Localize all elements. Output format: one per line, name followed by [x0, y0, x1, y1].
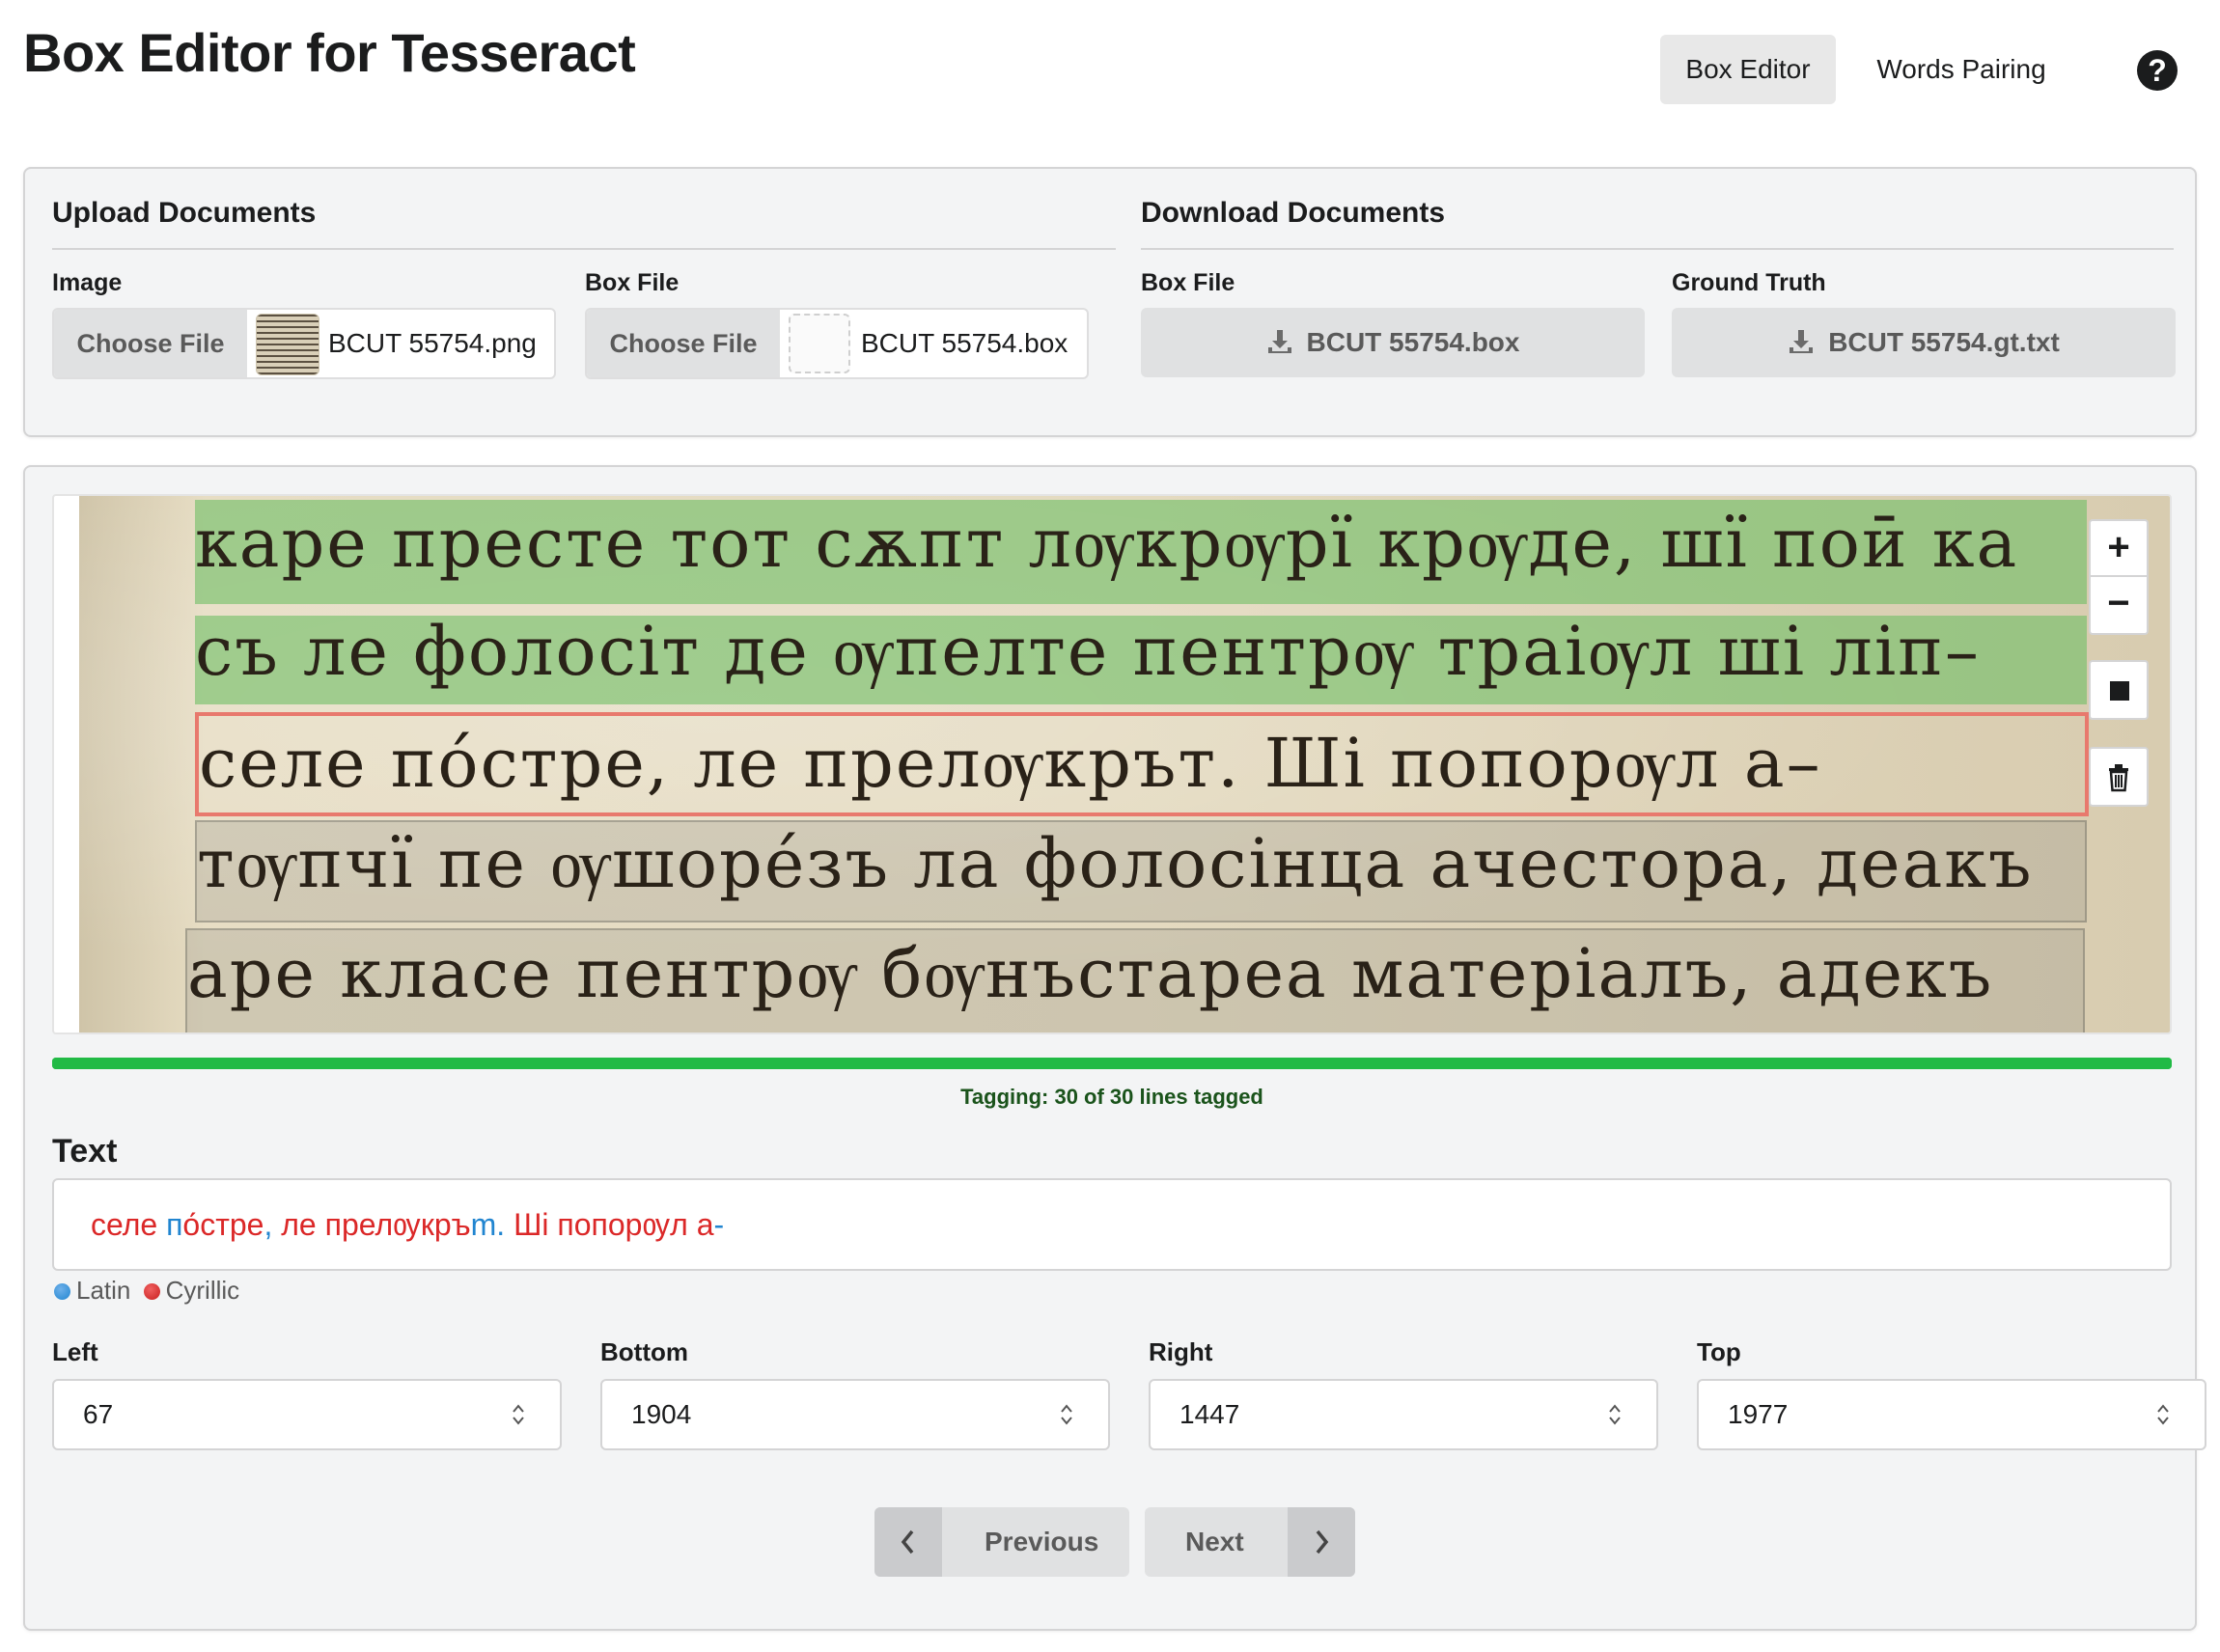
- line-box[interactable]: съ ле фолосiт де ѹпелте пентрѹ траiѹл шi…: [195, 612, 2087, 704]
- image-viewer[interactable]: каре престе тот сѫпт лѹкрѹрї крѹде, шї п…: [52, 494, 2172, 1034]
- download-section-title: Download Documents: [1141, 196, 2174, 250]
- square-icon: [2110, 681, 2129, 701]
- text-segment-cyrillic: [505, 1207, 513, 1242]
- zoom-out-button[interactable]: −: [2089, 577, 2149, 635]
- box-file-label: Box File: [585, 269, 680, 296]
- right-input[interactable]: 1447: [1149, 1379, 1658, 1450]
- tab-words-pairing[interactable]: Words Pairing: [1867, 35, 2056, 104]
- top-value: 1977: [1728, 1399, 1789, 1429]
- stepper-icon[interactable]: [2156, 1402, 2170, 1427]
- selected-line-box[interactable]: селе по́стре, ле прелѹкрът. Шi попорѹл а…: [195, 712, 2089, 816]
- editor-panel: каре престе тот сѫпт лѹкрѹрї крѹде, шї п…: [23, 465, 2206, 1631]
- latin-dot-icon: [54, 1283, 70, 1300]
- text-segment-latin: m.: [470, 1207, 506, 1242]
- download-icon: [1267, 330, 1291, 353]
- cyrillic-dot-icon: [143, 1283, 160, 1300]
- line-text: тѹпчї пе ѹшоре́зъ ла фолосiнца ачестора,…: [197, 824, 2034, 903]
- line-text: селе по́стре, ле прелѹкрът. Шi попорѹл а…: [199, 724, 1822, 803]
- upload-section-title: Upload Documents: [52, 196, 1116, 250]
- trash-icon: [2109, 764, 2128, 792]
- line-text: съ ле фолосiт де ѹпелте пентрѹ траiѹл шi…: [195, 612, 1981, 691]
- top-input[interactable]: 1977: [1697, 1379, 2206, 1450]
- box-thumbnail: [789, 314, 850, 373]
- download-gt-label-text: BCUT 55754.gt.txt: [1828, 327, 2060, 357]
- text-segment-latin: п: [166, 1207, 183, 1242]
- text-segment-cyrillic: Шi попорѹл а: [513, 1207, 714, 1242]
- document-scan[interactable]: каре престе тот сѫпт лѹкрѹрї крѹде, шї п…: [79, 496, 2170, 1032]
- left-input[interactable]: 67: [52, 1379, 562, 1450]
- top-label: Top: [1697, 1337, 1741, 1366]
- documents-panel: Upload Documents Image Choose File BCUT …: [23, 167, 2197, 437]
- bottom-value: 1904: [631, 1399, 692, 1429]
- image-thumbnail: [256, 314, 319, 375]
- text-segment-cyrillic: селе: [91, 1207, 167, 1242]
- tab-box-editor[interactable]: Box Editor: [1660, 35, 1836, 104]
- next-button[interactable]: Next: [1145, 1507, 1355, 1577]
- right-value: 1447: [1179, 1399, 1240, 1429]
- download-box-label-text: BCUT 55754.box: [1306, 327, 1520, 357]
- chevron-right-icon: [1288, 1507, 1355, 1577]
- line-text: каре престе тот сѫпт лѹкрѹрї крѹде, шї п…: [195, 504, 2019, 583]
- box-filename: BCUT 55754.box: [861, 328, 1068, 358]
- text-segment-cyrillic: о́стре: [182, 1207, 264, 1242]
- stepper-icon[interactable]: [1608, 1402, 1622, 1427]
- zoom-in-button[interactable]: +: [2089, 519, 2149, 577]
- download-box-button[interactable]: BCUT 55754.box: [1141, 308, 1645, 377]
- right-label: Right: [1149, 1337, 1213, 1366]
- line-box[interactable]: тѹпчї пе ѹшоре́зъ ла фолосiнца ачестора,…: [195, 820, 2087, 922]
- box-file-input[interactable]: Choose File BCUT 55754.box: [585, 308, 1089, 379]
- download-box-label: Box File: [1141, 269, 1235, 296]
- line-box[interactable]: каре престе тот сѫпт лѹкрѹрї крѹде, шї п…: [195, 500, 2087, 604]
- line-text-input[interactable]: селе по́стре, ле прелѹкръm. Шi попорѹл а…: [52, 1178, 2172, 1271]
- stepper-icon[interactable]: [1060, 1402, 1073, 1427]
- previous-button[interactable]: Previous: [874, 1507, 1129, 1577]
- download-icon: [1790, 330, 1814, 353]
- chevron-left-icon: [874, 1507, 942, 1577]
- line-box[interactable]: аре класе пентрѹ бѹнъстареа матерiалъ, а…: [185, 928, 2085, 1032]
- text-label: Text: [52, 1133, 118, 1170]
- tagging-progress-bar: [52, 1058, 2172, 1069]
- stepper-icon[interactable]: [512, 1402, 525, 1427]
- next-label: Next: [1185, 1527, 1244, 1556]
- line-text: аре класе пентрѹ бѹнъстареа матерiалъ, а…: [187, 934, 1994, 1013]
- ground-truth-label: Ground Truth: [1672, 269, 1826, 296]
- image-filename: BCUT 55754.png: [328, 328, 537, 358]
- previous-label: Previous: [985, 1527, 1099, 1556]
- left-value: 67: [83, 1399, 114, 1429]
- tagging-progress-fill: [52, 1058, 2172, 1069]
- image-file-input[interactable]: Choose File BCUT 55754.png: [52, 308, 556, 379]
- bottom-input[interactable]: 1904: [600, 1379, 1110, 1450]
- tagging-progress-label: Tagging: 30 of 30 lines tagged: [960, 1085, 1263, 1109]
- bottom-label: Bottom: [600, 1337, 688, 1366]
- image-label: Image: [52, 269, 123, 296]
- delete-box-button[interactable]: [2089, 747, 2149, 807]
- text-segment-latin: -: [713, 1207, 725, 1242]
- draw-box-button[interactable]: [2089, 660, 2149, 720]
- question-circle-icon[interactable]: ?: [2137, 50, 2178, 91]
- text-segment-cyrillic: [272, 1207, 281, 1242]
- choose-box-button[interactable]: Choose File: [587, 310, 780, 377]
- download-ground-truth-button[interactable]: BCUT 55754.gt.txt: [1672, 308, 2176, 377]
- text-segment-cyrillic: ле прелѹкръ: [281, 1207, 471, 1242]
- script-legend: Latin Cyrillic: [54, 1276, 239, 1306]
- legend-latin: Latin: [76, 1276, 131, 1305]
- choose-image-button[interactable]: Choose File: [54, 310, 247, 377]
- left-label: Left: [52, 1337, 98, 1366]
- legend-cyrillic: Cyrillic: [165, 1276, 240, 1305]
- app-title: Box Editor for Tesseract: [23, 22, 636, 83]
